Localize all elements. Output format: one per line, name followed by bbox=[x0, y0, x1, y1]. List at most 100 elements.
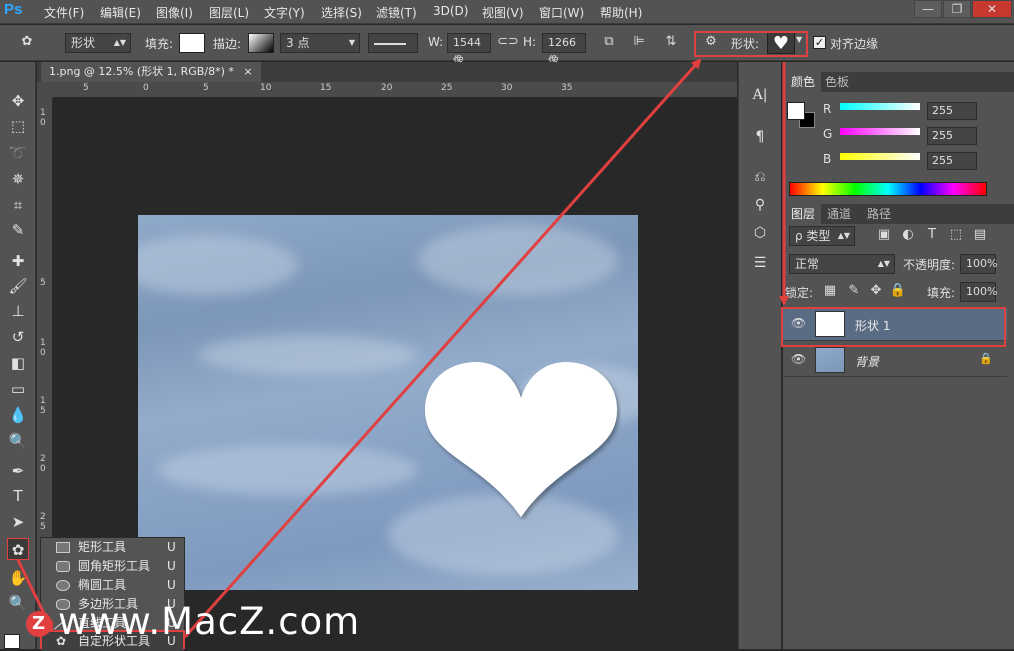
menu-select[interactable]: 选择(S) bbox=[321, 4, 362, 21]
layer-row-background[interactable]: 👁 背景 🔒 bbox=[783, 344, 1007, 377]
eyedropper-icon[interactable]: ✎ bbox=[7, 219, 29, 241]
blend-mode-dropdown[interactable]: 正常 ▲▼ bbox=[789, 254, 895, 274]
fill-opacity-field[interactable]: 100% bbox=[960, 282, 997, 302]
adjustments-icon[interactable]: ☰ bbox=[749, 252, 771, 274]
blur-tool-icon[interactable]: 💧 bbox=[7, 404, 29, 426]
history-panel-icon[interactable]: ⎌ bbox=[749, 166, 771, 188]
filter-image-icon[interactable]: ▣ bbox=[875, 226, 893, 244]
menu-file[interactable]: 文件(F) bbox=[44, 4, 84, 21]
healing-brush-icon[interactable]: ✚ bbox=[7, 250, 29, 272]
filter-smart-icon[interactable]: ▤ bbox=[971, 226, 989, 244]
shape-mode-value: 形状 bbox=[71, 36, 96, 50]
menu-filter[interactable]: 滤镜(T) bbox=[376, 4, 417, 21]
fill-swatch[interactable] bbox=[179, 33, 205, 53]
stroke-width-dropdown[interactable]: 3 点 ▼ bbox=[280, 33, 360, 53]
tab-paths[interactable]: 路径 bbox=[861, 204, 897, 224]
eraser-icon[interactable]: ◧ bbox=[7, 352, 29, 374]
watermark: Zwww.MacZ.com bbox=[26, 600, 360, 645]
b-slider[interactable] bbox=[840, 153, 920, 160]
3d-panel-icon[interactable]: ⬡ bbox=[749, 222, 771, 244]
height-field[interactable]: 1266 像 bbox=[542, 33, 586, 67]
heart-shape[interactable] bbox=[421, 360, 621, 520]
ruler-tick: 2 5 bbox=[40, 512, 46, 532]
brush-tool-icon[interactable]: 🖌 bbox=[7, 275, 29, 297]
menu-image[interactable]: 图像(I) bbox=[156, 4, 193, 21]
crop-tool-icon[interactable]: ⌗ bbox=[7, 194, 29, 216]
type-tool-icon[interactable]: T bbox=[7, 485, 29, 507]
paragraph-panel-icon[interactable]: ¶ bbox=[749, 126, 771, 148]
tab-layers[interactable]: 图层 bbox=[785, 204, 822, 224]
stroke-swatch[interactable] bbox=[248, 33, 274, 53]
layer-filter-dropdown[interactable]: ρ 类型 ▲▼ bbox=[789, 226, 855, 246]
lock-all-icon[interactable]: 🔒 bbox=[889, 282, 907, 300]
lock-transparent-icon[interactable]: ▦ bbox=[821, 282, 839, 300]
foreground-color[interactable] bbox=[4, 634, 20, 649]
path-operations-icon[interactable]: ⧉ bbox=[600, 33, 618, 51]
filter-adjust-icon[interactable]: ◐ bbox=[899, 226, 917, 244]
clone-stamp-icon[interactable]: ⊥ bbox=[7, 300, 29, 322]
move-tool-icon[interactable]: ✥ bbox=[7, 90, 29, 112]
menu-3d[interactable]: 3D(D) bbox=[433, 4, 468, 18]
right-panels: 颜色 色板 R 255 G 255 B 255 图层 通道 路径 ρ 类型 ▲▼ … bbox=[782, 62, 1014, 649]
marquee-tool-icon[interactable]: ⬚ bbox=[7, 115, 29, 137]
flyout-rectangle-tool[interactable]: 矩形工具 U bbox=[41, 538, 184, 557]
tab-channels[interactable]: 通道 bbox=[821, 204, 857, 224]
dodge-tool-icon[interactable]: 🔍 bbox=[7, 430, 29, 452]
opacity-field[interactable]: 100% bbox=[960, 254, 997, 274]
custom-shape-tool-icon[interactable]: ✿ bbox=[18, 33, 36, 51]
path-arrangement-icon[interactable]: ⇅ bbox=[662, 33, 680, 51]
ruler-top: 5 0 5 10 15 20 25 30 35 bbox=[53, 82, 737, 98]
rectangle-icon bbox=[56, 542, 70, 553]
g-label: G bbox=[823, 127, 833, 141]
flyout-rounded-rectangle-tool[interactable]: 圆角矩形工具 U bbox=[41, 557, 184, 576]
width-field[interactable]: 1544 像 bbox=[447, 33, 491, 67]
restore-button[interactable]: ❐ bbox=[943, 0, 971, 18]
link-icon[interactable]: ⊂⊃ bbox=[497, 33, 519, 51]
filter-type-icon[interactable]: T bbox=[923, 226, 941, 244]
r-value[interactable]: 255 bbox=[927, 102, 977, 120]
document-tab[interactable]: 1.png @ 12.5% (形状 1, RGB/8*) * × bbox=[41, 62, 261, 82]
menu-help[interactable]: 帮助(H) bbox=[600, 4, 642, 21]
minimize-button[interactable]: — bbox=[914, 0, 942, 18]
menu-window[interactable]: 窗口(W) bbox=[539, 4, 584, 21]
character-panel-icon[interactable]: A| bbox=[749, 84, 771, 106]
menu-type[interactable]: 文字(Y) bbox=[264, 4, 305, 21]
menu-view[interactable]: 视图(V) bbox=[482, 4, 524, 21]
lock-move-icon[interactable]: ✥ bbox=[867, 282, 885, 300]
path-alignment-icon[interactable]: ⊫ bbox=[630, 33, 648, 51]
hand-tool-icon[interactable]: ✋ bbox=[7, 567, 29, 589]
custom-shape-tool-button[interactable]: ✿ bbox=[7, 538, 29, 560]
path-selection-icon[interactable]: ➤ bbox=[7, 511, 29, 533]
align-edges-checkbox[interactable]: ✓ bbox=[813, 36, 826, 49]
pen-tool-icon[interactable]: ✒ bbox=[7, 460, 29, 482]
magic-wand-icon[interactable]: ✵ bbox=[7, 168, 29, 190]
lasso-tool-icon[interactable]: ➰ bbox=[7, 142, 29, 164]
close-button[interactable]: ✕ bbox=[972, 0, 1012, 18]
tab-swatches[interactable]: 色板 bbox=[819, 72, 855, 92]
filter-shape-icon[interactable]: ⬚ bbox=[947, 226, 965, 244]
menu-edit[interactable]: 编辑(E) bbox=[100, 4, 141, 21]
tab-color[interactable]: 颜色 bbox=[785, 72, 822, 92]
stroke-type-dropdown[interactable] bbox=[368, 33, 418, 53]
color-spectrum[interactable] bbox=[789, 182, 987, 196]
shape-highlight-box bbox=[694, 31, 808, 57]
flyout-shortcut: U bbox=[167, 559, 176, 573]
history-brush-icon[interactable]: ↺ bbox=[7, 326, 29, 348]
b-value[interactable]: 255 bbox=[927, 152, 977, 170]
tab-close-icon[interactable]: × bbox=[243, 65, 252, 78]
g-value[interactable]: 255 bbox=[927, 127, 977, 145]
lock-label: 锁定: bbox=[785, 286, 814, 300]
r-slider[interactable] bbox=[840, 103, 920, 110]
menu-layer[interactable]: 图层(L) bbox=[209, 4, 249, 21]
gradient-tool-icon[interactable]: ▭ bbox=[7, 378, 29, 400]
flyout-label: 矩形工具 bbox=[78, 540, 127, 554]
g-slider[interactable] bbox=[840, 128, 920, 135]
flyout-ellipse-tool[interactable]: 椭圆工具 U bbox=[41, 576, 184, 595]
shape-mode-dropdown[interactable]: 形状 ▲▼ bbox=[65, 33, 131, 53]
brush-presets-icon[interactable]: ⚲ bbox=[749, 194, 771, 216]
eye-icon[interactable]: 👁 bbox=[791, 352, 806, 366]
lock-paint-icon[interactable]: ✎ bbox=[845, 282, 863, 300]
fill-label: 填充: bbox=[145, 37, 174, 51]
foreground-color-swatch[interactable] bbox=[787, 102, 805, 120]
ruler-corner bbox=[37, 82, 53, 98]
